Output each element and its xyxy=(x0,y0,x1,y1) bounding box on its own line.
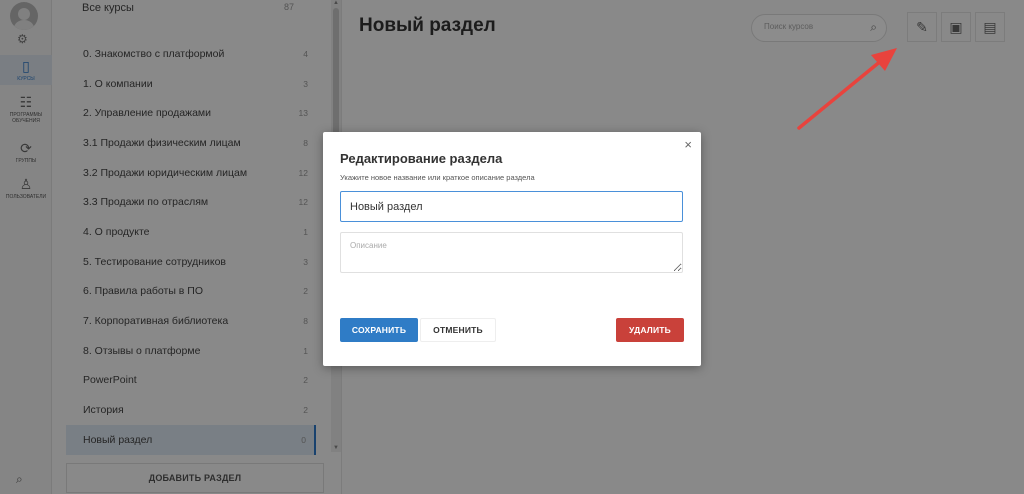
delete-button[interactable]: УДАЛИТЬ xyxy=(616,318,684,342)
cancel-button[interactable]: ОТМЕНИТЬ xyxy=(420,318,496,342)
edit-section-dialog: × Редактирование раздела Укажите новое н… xyxy=(323,132,701,366)
section-name-input[interactable] xyxy=(340,191,683,222)
section-description-field[interactable] xyxy=(340,232,683,273)
close-icon[interactable]: × xyxy=(684,137,692,152)
dialog-title: Редактирование раздела xyxy=(340,151,503,166)
save-button[interactable]: СОХРАНИТЬ xyxy=(340,318,418,342)
dialog-subtitle: Укажите новое название или краткое описа… xyxy=(340,173,535,182)
